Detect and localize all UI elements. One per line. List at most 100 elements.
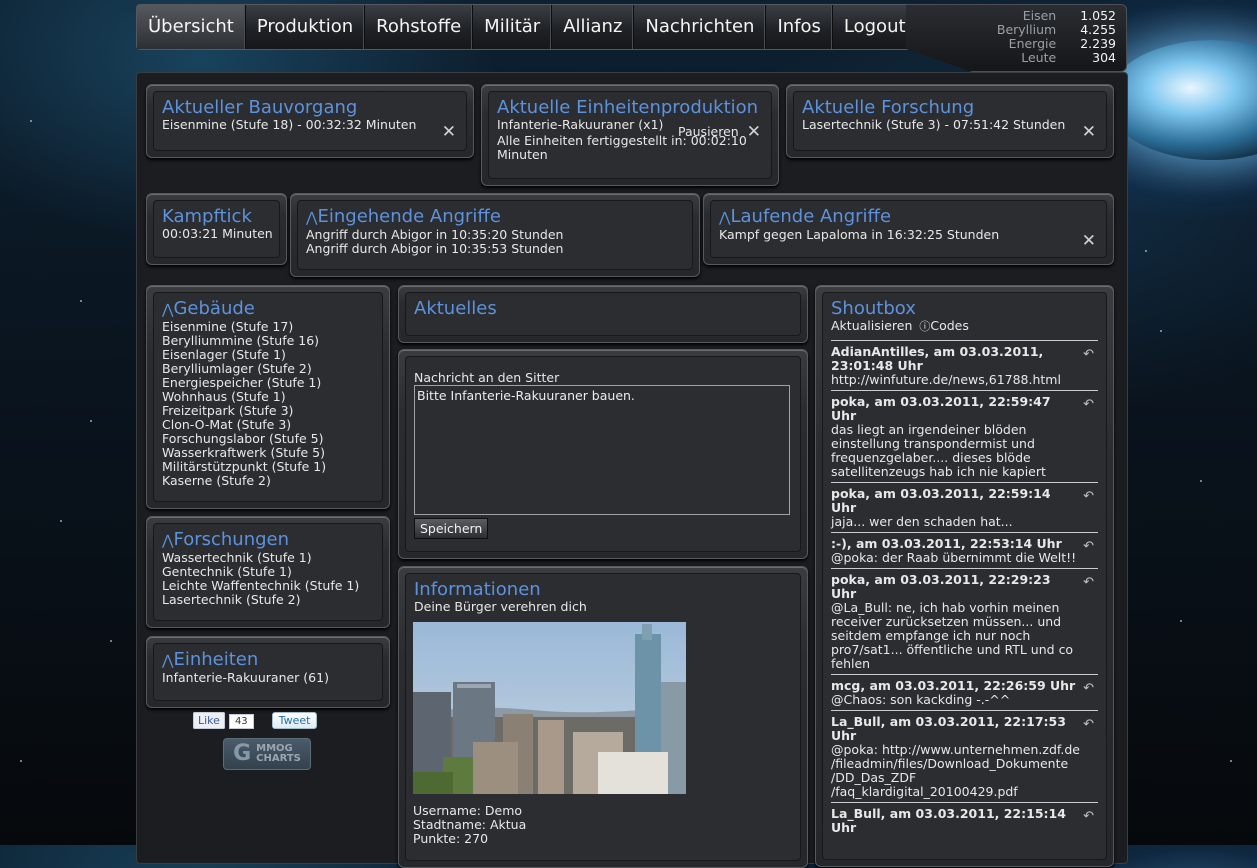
sitter-box: Nachricht an den Sitter Bitte Infanterie… bbox=[398, 349, 808, 559]
shout-author: AdianAntilles, am 03.03.2011, 23:01:48 U… bbox=[831, 344, 1044, 373]
cancel-attack-icon[interactable]: ✕ bbox=[1082, 231, 1096, 251]
mmog-label: CHARTS bbox=[256, 753, 301, 764]
research-item[interactable]: Leichte Waffentechnik (Stufe 1) bbox=[162, 579, 374, 593]
resource-panel: Eisen 1.052 Beryllium 4.255 Energie 2.239 L… bbox=[906, 4, 1127, 72]
shout-message: @poka: http://www.unternehmen.zdf.de /fi… bbox=[831, 742, 1080, 799]
sitter-message-textarea[interactable]: Bitte Infanterie-Rakuuraner bauen. bbox=[414, 385, 790, 515]
collapse-icon[interactable]: ⋀ bbox=[162, 653, 173, 669]
collapse-icon[interactable]: ⋀ bbox=[719, 210, 730, 226]
research-box: Aktuelle Forschung Lasertechnik (Stufe 3… bbox=[786, 84, 1114, 158]
building-item[interactable]: Eisenlager (Stufe 1) bbox=[162, 348, 374, 362]
resource-label: Eisen bbox=[1022, 8, 1057, 23]
researches-box: ⋀Forschungen Wassertechnik (Stufe 1) Gent… bbox=[146, 516, 390, 628]
info-city: Stadtname: Aktua bbox=[413, 817, 527, 832]
research-item[interactable]: Lasertechnik (Stufe 2) bbox=[162, 593, 374, 607]
building-item[interactable]: Eisenmine (Stufe 17) bbox=[162, 320, 374, 334]
reply-icon[interactable]: ↶ bbox=[1083, 717, 1094, 732]
building-item[interactable]: Militärstützpunkt (Stufe 1) bbox=[162, 460, 374, 474]
shout-entry: mcg, am 03.03.2011, 22:26:59 Uhr ↶ @Chaos:… bbox=[831, 674, 1098, 710]
reply-icon[interactable]: ↶ bbox=[1083, 489, 1094, 504]
shout-author: La_Bull, am 03.03.2011, 22:15:14 Uhr bbox=[831, 806, 1066, 835]
building-item[interactable]: Wasserkraftwerk (Stufe 5) bbox=[162, 446, 374, 460]
shout-entry: poka, am 03.03.2011, 22:59:47 Uhr ↶ das li… bbox=[831, 390, 1098, 482]
running-attack-entry: Kampf gegen Lapaloma in 16:32:25 Stunden bbox=[719, 227, 1000, 242]
reply-icon[interactable]: ↶ bbox=[1083, 681, 1094, 696]
kampftick-title: Kampftick bbox=[162, 206, 252, 227]
tab-uebersicht[interactable]: Übersicht bbox=[137, 5, 246, 49]
shout-author: poka, am 03.03.2011, 22:59:47 Uhr bbox=[831, 394, 1051, 423]
building-item[interactable]: Clon-O-Mat (Stufe 3) bbox=[162, 418, 374, 432]
construction-status: Eisenmine (Stufe 18) - 00:32:32 Minuten bbox=[162, 117, 417, 132]
shout-author: poka, am 03.03.2011, 22:59:14 Uhr bbox=[831, 486, 1051, 515]
shout-author: La_Bull, am 03.03.2011, 22:17:53 Uhr bbox=[831, 714, 1066, 743]
tab-nachrichten[interactable]: Nachrichten bbox=[634, 5, 767, 49]
resource-row: Leute 304 bbox=[993, 51, 1120, 65]
building-item[interactable]: Energiespeicher (Stufe 1) bbox=[162, 376, 374, 390]
save-button[interactable]: Speichern bbox=[414, 518, 489, 539]
reply-icon[interactable]: ↶ bbox=[1083, 809, 1094, 824]
tab-infos[interactable]: Infos bbox=[766, 5, 833, 49]
collapse-icon[interactable]: ⋀ bbox=[162, 302, 173, 318]
resource-value: 304 bbox=[1092, 50, 1116, 65]
tab-rohstoffe[interactable]: Rohstoffe bbox=[365, 5, 474, 49]
shout-message: jaja... wer den schaden hat... bbox=[831, 514, 1013, 529]
tab-produktion[interactable]: Produktion bbox=[246, 5, 366, 49]
tab-allianz[interactable]: Allianz bbox=[552, 5, 635, 49]
news-title: Aktuelles bbox=[414, 298, 497, 319]
tab-militaer[interactable]: Militär bbox=[473, 5, 553, 49]
shout-author: poka, am 03.03.2011, 22:29:23 Uhr bbox=[831, 572, 1051, 601]
units-box: ⋀Einheiten Infanterie-Rakuuraner (61) bbox=[146, 636, 390, 708]
resource-row: Energie 2.239 bbox=[993, 37, 1120, 51]
shout-entry: poka, am 03.03.2011, 22:59:14 Uhr ↶ jaja..… bbox=[831, 482, 1098, 532]
shout-message: das liegt an irgendeiner blöden einstell… bbox=[831, 422, 1046, 479]
researches-list: Wassertechnik (Stufe 1) Gentechnik (Stufe… bbox=[162, 551, 374, 607]
incoming-attacks-title: Eingehende Angriffe bbox=[317, 206, 501, 227]
shoutbox: Shoutbox Aktualisieren ⓘCodes AdianAntil… bbox=[815, 285, 1114, 867]
resource-label: Energie bbox=[1008, 36, 1057, 51]
building-item[interactable]: Kaserne (Stufe 2) bbox=[162, 474, 374, 488]
sitter-label: Nachricht an den Sitter bbox=[414, 370, 560, 385]
collapse-icon[interactable]: ⋀ bbox=[306, 210, 317, 226]
shout-entry: poka, am 03.03.2011, 22:29:23 Uhr ↶ @La_Bu… bbox=[831, 568, 1098, 674]
codes-link[interactable]: Codes bbox=[930, 318, 969, 333]
like-count: 43 bbox=[228, 714, 254, 729]
facebook-like[interactable]: Like 43 bbox=[193, 712, 254, 729]
pause-button[interactable]: Pausieren bbox=[678, 124, 739, 139]
building-item[interactable]: Freizeitpark (Stufe 3) bbox=[162, 404, 374, 418]
mmog-charts-badge[interactable]: G MMOG CHARTS bbox=[223, 738, 311, 770]
info-subtitle: Deine Bürger verehren dich bbox=[414, 599, 587, 614]
resource-label: Beryllium bbox=[996, 22, 1057, 37]
research-item[interactable]: Gentechnik (Stufe 1) bbox=[162, 565, 374, 579]
shout-author: :-), am 03.03.2011, 22:53:14 Uhr bbox=[831, 536, 1062, 551]
cancel-construction-icon[interactable]: ✕ bbox=[442, 122, 456, 142]
news-box: Aktuelles bbox=[398, 285, 808, 343]
research-item[interactable]: Wassertechnik (Stufe 1) bbox=[162, 551, 374, 565]
refresh-link[interactable]: Aktualisieren bbox=[831, 318, 912, 333]
building-item[interactable]: Wohnhaus (Stufe 1) bbox=[162, 390, 374, 404]
reply-icon[interactable]: ↶ bbox=[1083, 397, 1094, 412]
reply-icon[interactable]: ↶ bbox=[1083, 347, 1094, 362]
top-navigation: Übersicht Produktion Rohstoffe Militär A… bbox=[136, 4, 1127, 72]
building-item[interactable]: Forschungslabor (Stufe 5) bbox=[162, 432, 374, 446]
reply-icon[interactable]: ↶ bbox=[1083, 539, 1094, 554]
tab-logout[interactable]: Logout bbox=[833, 5, 918, 49]
buildings-title: Gebäude bbox=[173, 298, 255, 319]
reply-icon[interactable]: ↶ bbox=[1083, 575, 1094, 590]
resource-row: Beryllium 4.255 bbox=[993, 23, 1120, 37]
planet-backdrop bbox=[1107, 40, 1257, 160]
like-button[interactable]: Like bbox=[193, 712, 225, 729]
cancel-research-icon[interactable]: ✕ bbox=[1082, 122, 1096, 142]
tweet-button[interactable]: Tweet bbox=[271, 712, 318, 729]
info-points: Punkte: 270 bbox=[413, 831, 489, 846]
resource-value: 2.239 bbox=[1080, 36, 1116, 51]
research-status: Lasertechnik (Stufe 3) - 07:51:42 Stunde… bbox=[802, 117, 1066, 132]
shout-author: mcg, am 03.03.2011, 22:26:59 Uhr bbox=[831, 678, 1076, 693]
building-item[interactable]: Berylliumlager (Stufe 2) bbox=[162, 362, 374, 376]
cancel-unit-production-icon[interactable]: ✕ bbox=[747, 122, 761, 142]
unit-production-title: Aktuelle Einheitenproduktion bbox=[497, 97, 759, 118]
building-item[interactable]: Berylliummine (Stufe 16) bbox=[162, 334, 374, 348]
buildings-list: Eisenmine (Stufe 17) Berylliummine (Stufe… bbox=[162, 320, 374, 488]
collapse-icon[interactable]: ⋀ bbox=[162, 533, 173, 549]
running-attacks-title: Laufende Angriffe bbox=[730, 206, 892, 227]
incoming-attacks-box: ⋀Eingehende Angriffe Angriff durch Abigo… bbox=[290, 193, 700, 277]
